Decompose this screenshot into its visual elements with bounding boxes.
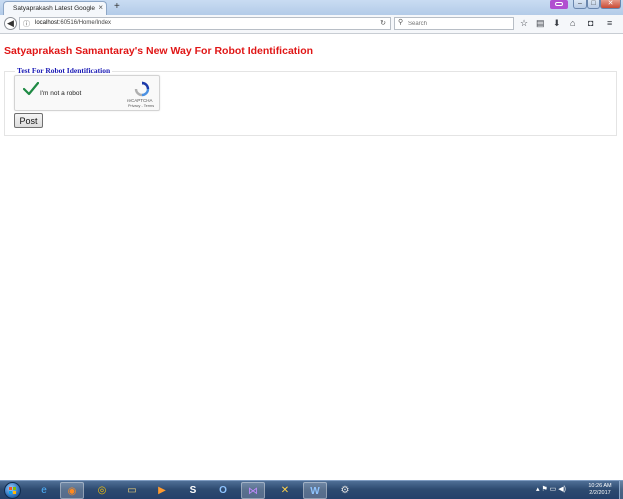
page-content: Satyaprakash Samantaray's New Way For Ro… [0, 34, 623, 480]
post-button[interactable]: Post [14, 113, 43, 128]
address-bar[interactable]: ⓘ localhost:60516/Home/Index ↻ [19, 17, 391, 30]
browser-window: Satyaprakash Latest Google Re... × + – □… [0, 0, 623, 499]
windows-taskbar: e ◉ ◎ ▭ ▶ S O ⋈ ✕ W ⚙ ▴ ⚑ ▭ ◀) 10:26 AM … [0, 480, 623, 499]
show-desktop-button[interactable] [619, 481, 623, 499]
bookmark-star-icon[interactable]: ☆ [520, 18, 528, 29]
firefox-icon[interactable]: ◉ [60, 482, 84, 499]
browser-tab[interactable]: Satyaprakash Latest Google Re... × [3, 1, 107, 15]
reload-icon[interactable]: ↻ [380, 19, 386, 27]
system-tray[interactable]: ▴ ⚑ ▭ ◀) [536, 485, 566, 493]
navigation-toolbar: ◀ ⓘ localhost:60516/Home/Index ↻ ⚲ ☆ ▤ ⬇… [0, 15, 623, 34]
misc-app-icon[interactable]: ⚙ [333, 482, 357, 499]
search-bar[interactable]: ⚲ [394, 17, 514, 30]
pocket-icon[interactable]: ◘ [588, 18, 593, 29]
url-text: localhost:60516/Home/Index [35, 20, 111, 26]
recaptcha-widget: I'm not a robot reCAPTCHA Privacy - Term… [14, 75, 160, 111]
url-path: :60516/Home/Index [58, 20, 112, 26]
url-host: localhost [35, 20, 59, 26]
recaptcha-brand: reCAPTCHA [127, 98, 153, 103]
search-input[interactable] [408, 19, 508, 28]
tools-icon[interactable]: ✕ [273, 482, 297, 499]
outlook-icon[interactable]: O [211, 482, 235, 499]
title-bar: Satyaprakash Latest Google Re... × + – □… [0, 0, 623, 15]
menu-icon[interactable]: ≡ [607, 18, 612, 29]
chrome-icon[interactable]: ◎ [90, 482, 114, 499]
skype-icon[interactable]: S [181, 482, 205, 499]
home-icon[interactable]: ⌂ [570, 18, 575, 29]
clock[interactable]: 10:26 AM 2/2/2017 [584, 483, 616, 497]
word-icon[interactable]: W [303, 482, 327, 499]
recaptcha-label: I'm not a robot [40, 90, 82, 97]
bookmarks-menu-icon[interactable]: ▤ [536, 18, 545, 29]
tab-title: Satyaprakash Latest Google Re... [13, 5, 97, 12]
fieldset-legend: Test For Robot Identification [15, 66, 113, 75]
clock-time: 10:26 AM [588, 483, 612, 489]
recaptcha-privacy-terms-link[interactable]: Privacy - Terms [128, 104, 154, 108]
checkmark-icon[interactable] [23, 82, 39, 96]
explorer-icon[interactable]: ▭ [120, 482, 144, 499]
site-info-icon[interactable]: ⓘ [23, 19, 30, 29]
clock-date: 2/2/2017 [589, 490, 611, 496]
back-button[interactable]: ◀ [4, 17, 17, 30]
maximize-button[interactable]: □ [587, 0, 600, 9]
page-title: Satyaprakash Samantaray's New Way For Ro… [4, 45, 314, 57]
ie-icon[interactable]: e [32, 482, 56, 499]
private-browsing-icon [550, 0, 568, 9]
minimize-button[interactable]: – [573, 0, 587, 9]
new-tab-button[interactable]: + [114, 1, 120, 13]
visual-studio-icon[interactable]: ⋈ [241, 482, 265, 499]
start-button[interactable] [4, 482, 21, 499]
recaptcha-logo-icon [134, 81, 150, 97]
search-icon: ⚲ [398, 19, 404, 26]
close-tab-icon[interactable]: × [98, 4, 103, 12]
close-window-button[interactable]: ✕ [600, 0, 621, 9]
media-player-icon[interactable]: ▶ [150, 482, 174, 499]
downloads-icon[interactable]: ⬇ [553, 18, 561, 29]
